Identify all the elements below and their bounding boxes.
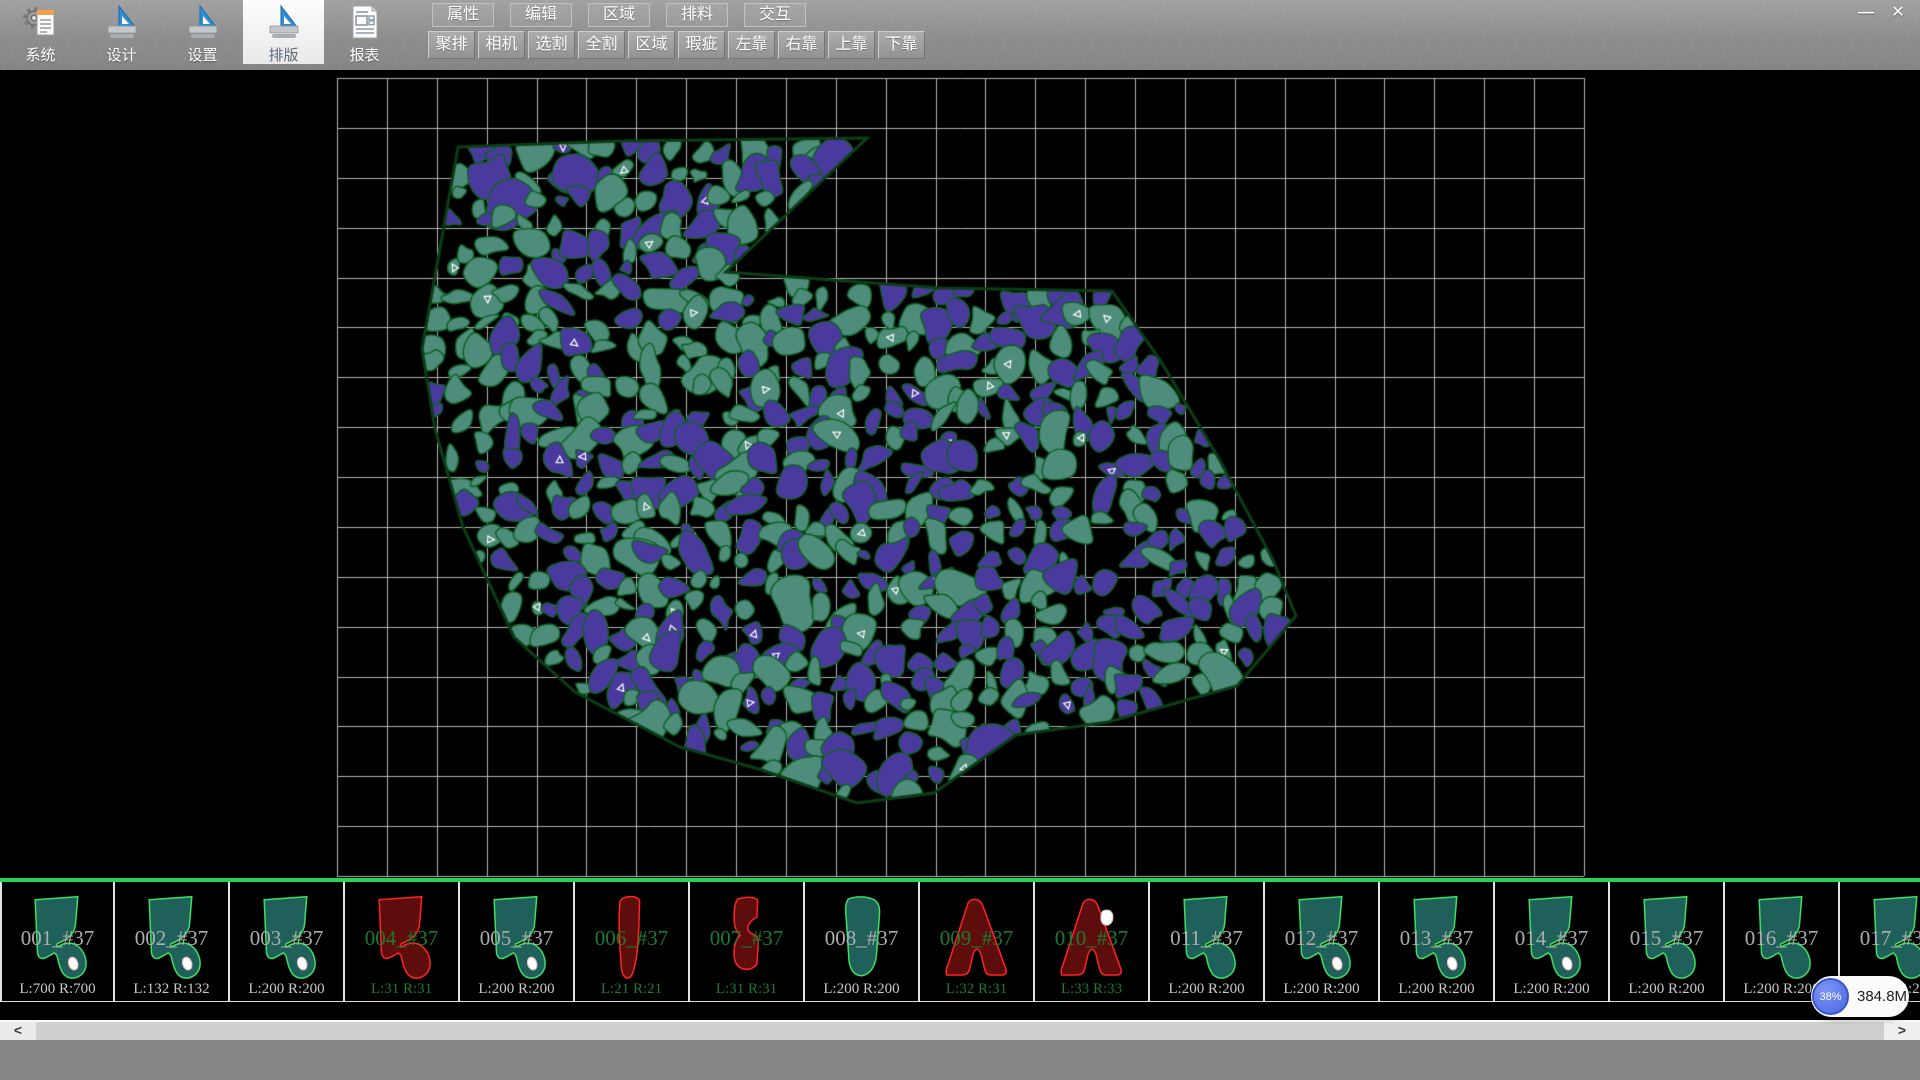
menu-item-edit[interactable]: 编辑 (510, 3, 572, 27)
piece-cell-007[interactable]: 007_#37 L:31 R:31 (690, 882, 805, 1002)
tool-bar: 聚排 相机 选割 全割 区域 瑕疵 左靠 右靠 上靠 下靠 (428, 31, 928, 59)
piece-id-label: 008_#37 (805, 926, 918, 951)
app-tab-icon-settings (184, 4, 222, 42)
window-controls: — ✕ (1850, 2, 1914, 24)
memory-badge: 38% 384.8M (1811, 976, 1909, 1017)
window-button-close[interactable]: ✕ (1882, 2, 1914, 24)
status-bar (0, 1040, 1920, 1080)
piece-id-label: 013_#37 (1380, 926, 1493, 951)
piece-lr-label: L:132 R:132 (115, 981, 228, 998)
top-toolbar: 系统 设计 设置 排版 报表 (0, 0, 1920, 70)
app-window: 系统 设计 设置 排版 报表 (0, 0, 1920, 1080)
piece-id-label: 017_#37 (1840, 926, 1920, 951)
piece-id-label: 015_#37 (1610, 926, 1723, 951)
tool-button-cut-all[interactable]: 全割 (578, 31, 625, 59)
app-tab-icon-layout (265, 4, 303, 42)
piece-lr-label: L:200 R:200 (1150, 981, 1263, 998)
app-tab-icon-system (22, 4, 60, 42)
piece-cell-008[interactable]: 008_#37 L:200 R:200 (805, 882, 920, 1002)
tool-button-snap-bottom[interactable]: 下靠 (878, 31, 925, 59)
menu-item-nesting[interactable]: 排料 (666, 3, 728, 27)
piece-lr-label: L:200 R:200 (230, 981, 343, 998)
piece-cell-005[interactable]: 005_#37 L:200 R:200 (460, 882, 575, 1002)
piece-id-label: 014_#37 (1495, 926, 1608, 951)
piece-id-label: 010_#37 (1035, 926, 1148, 951)
piece-lr-label: L:200 R:200 (1380, 981, 1493, 998)
piece-id-label: 001_#37 (2, 926, 113, 951)
tool-button-zone[interactable]: 区域 (628, 31, 675, 59)
app-tab-label: 设计 (106, 44, 136, 65)
nesting-canvas[interactable] (0, 70, 1920, 878)
piece-lr-label: L:31 R:31 (690, 981, 803, 998)
piece-id-label: 011_#37 (1150, 926, 1263, 951)
window-button-minimize[interactable]: — (1850, 2, 1882, 24)
piece-lr-label: L:200 R:200 (460, 981, 573, 998)
memory-value: 384.8M (1857, 988, 1907, 1005)
app-tab-layout[interactable]: 排版 (243, 0, 324, 64)
menu-item-interact[interactable]: 交互 (744, 3, 806, 27)
piece-lr-label: L:33 R:33 (1035, 981, 1148, 998)
app-tab-bar: 系统 设计 设置 排版 报表 (0, 0, 405, 64)
piece-cell-011[interactable]: 011_#37 L:200 R:200 (1150, 882, 1265, 1002)
horizontal-scrollbar[interactable]: < > (0, 1022, 1920, 1040)
piece-lr-label: L:21 R:21 (575, 981, 688, 998)
progress-circle: 38% (1812, 978, 1849, 1015)
piece-lr-label: L:31 R:31 (345, 981, 458, 998)
tool-button-snap-top[interactable]: 上靠 (828, 31, 875, 59)
piece-lr-label: L:200 R:200 (1495, 981, 1608, 998)
piece-lr-label: L:32 R:31 (920, 981, 1033, 998)
app-tab-settings[interactable]: 设置 (162, 0, 243, 64)
piece-cell-014[interactable]: 014_#37 L:200 R:200 (1495, 882, 1610, 1002)
tool-button-camera[interactable]: 相机 (478, 31, 525, 59)
piece-lr-label: L:200 R:200 (1265, 981, 1378, 998)
tool-button-defect[interactable]: 瑕疵 (678, 31, 725, 59)
tool-button-snap-right[interactable]: 右靠 (778, 31, 825, 59)
app-tab-icon-design (103, 4, 141, 42)
menu-bar: 属性 编辑 区域 排料 交互 (432, 3, 822, 27)
piece-cell-004[interactable]: 004_#37 L:31 R:31 (345, 882, 460, 1002)
piece-id-label: 002_#37 (115, 926, 228, 951)
app-tab-label: 设置 (187, 44, 217, 65)
piece-cell-003[interactable]: 003_#37 L:200 R:200 (230, 882, 345, 1002)
piece-id-label: 007_#37 (690, 926, 803, 951)
piece-cell-012[interactable]: 012_#37 L:200 R:200 (1265, 882, 1380, 1002)
piece-cell-010[interactable]: 010_#37 L:33 R:33 (1035, 882, 1150, 1002)
piece-lr-label: L:700 R:700 (2, 981, 113, 998)
piece-id-label: 003_#37 (230, 926, 343, 951)
scroll-left-icon[interactable]: < (0, 1022, 36, 1040)
menu-item-properties[interactable]: 属性 (432, 3, 494, 27)
app-tab-design[interactable]: 设计 (81, 0, 162, 64)
tool-button-cluster-nest[interactable]: 聚排 (428, 31, 475, 59)
piece-lr-label: L:200 R:200 (805, 981, 918, 998)
app-tab-label: 系统 (25, 44, 55, 65)
piece-id-label: 004_#37 (345, 926, 458, 951)
app-tab-report[interactable]: 报表 (324, 0, 405, 64)
pieces-strip: 001_#37 L:700 R:700 002_#37 L:132 R:132 … (0, 878, 1920, 1002)
app-tab-icon-report (346, 4, 384, 42)
piece-cell-009[interactable]: 009_#37 L:32 R:31 (920, 882, 1035, 1002)
piece-cell-006[interactable]: 006_#37 L:21 R:21 (575, 882, 690, 1002)
piece-cell-001[interactable]: 001_#37 L:700 R:700 (0, 882, 115, 1002)
piece-cell-002[interactable]: 002_#37 L:132 R:132 (115, 882, 230, 1002)
piece-id-label: 006_#37 (575, 926, 688, 951)
piece-cell-015[interactable]: 015_#37 L:200 R:200 (1610, 882, 1725, 1002)
piece-id-label: 016_#37 (1725, 926, 1838, 951)
piece-lr-label: L:200 R:200 (1610, 981, 1723, 998)
app-tab-label: 报表 (349, 44, 379, 65)
tool-button-snap-left[interactable]: 左靠 (728, 31, 775, 59)
scroll-right-icon[interactable]: > (1884, 1022, 1920, 1040)
app-tab-system[interactable]: 系统 (0, 0, 81, 64)
app-tab-label: 排版 (268, 44, 298, 65)
piece-id-label: 009_#37 (920, 926, 1033, 951)
piece-cell-013[interactable]: 013_#37 L:200 R:200 (1380, 882, 1495, 1002)
piece-id-label: 005_#37 (460, 926, 573, 951)
menu-item-region[interactable]: 区域 (588, 3, 650, 27)
tool-button-select-cut[interactable]: 选割 (528, 31, 575, 59)
piece-id-label: 012_#37 (1265, 926, 1378, 951)
